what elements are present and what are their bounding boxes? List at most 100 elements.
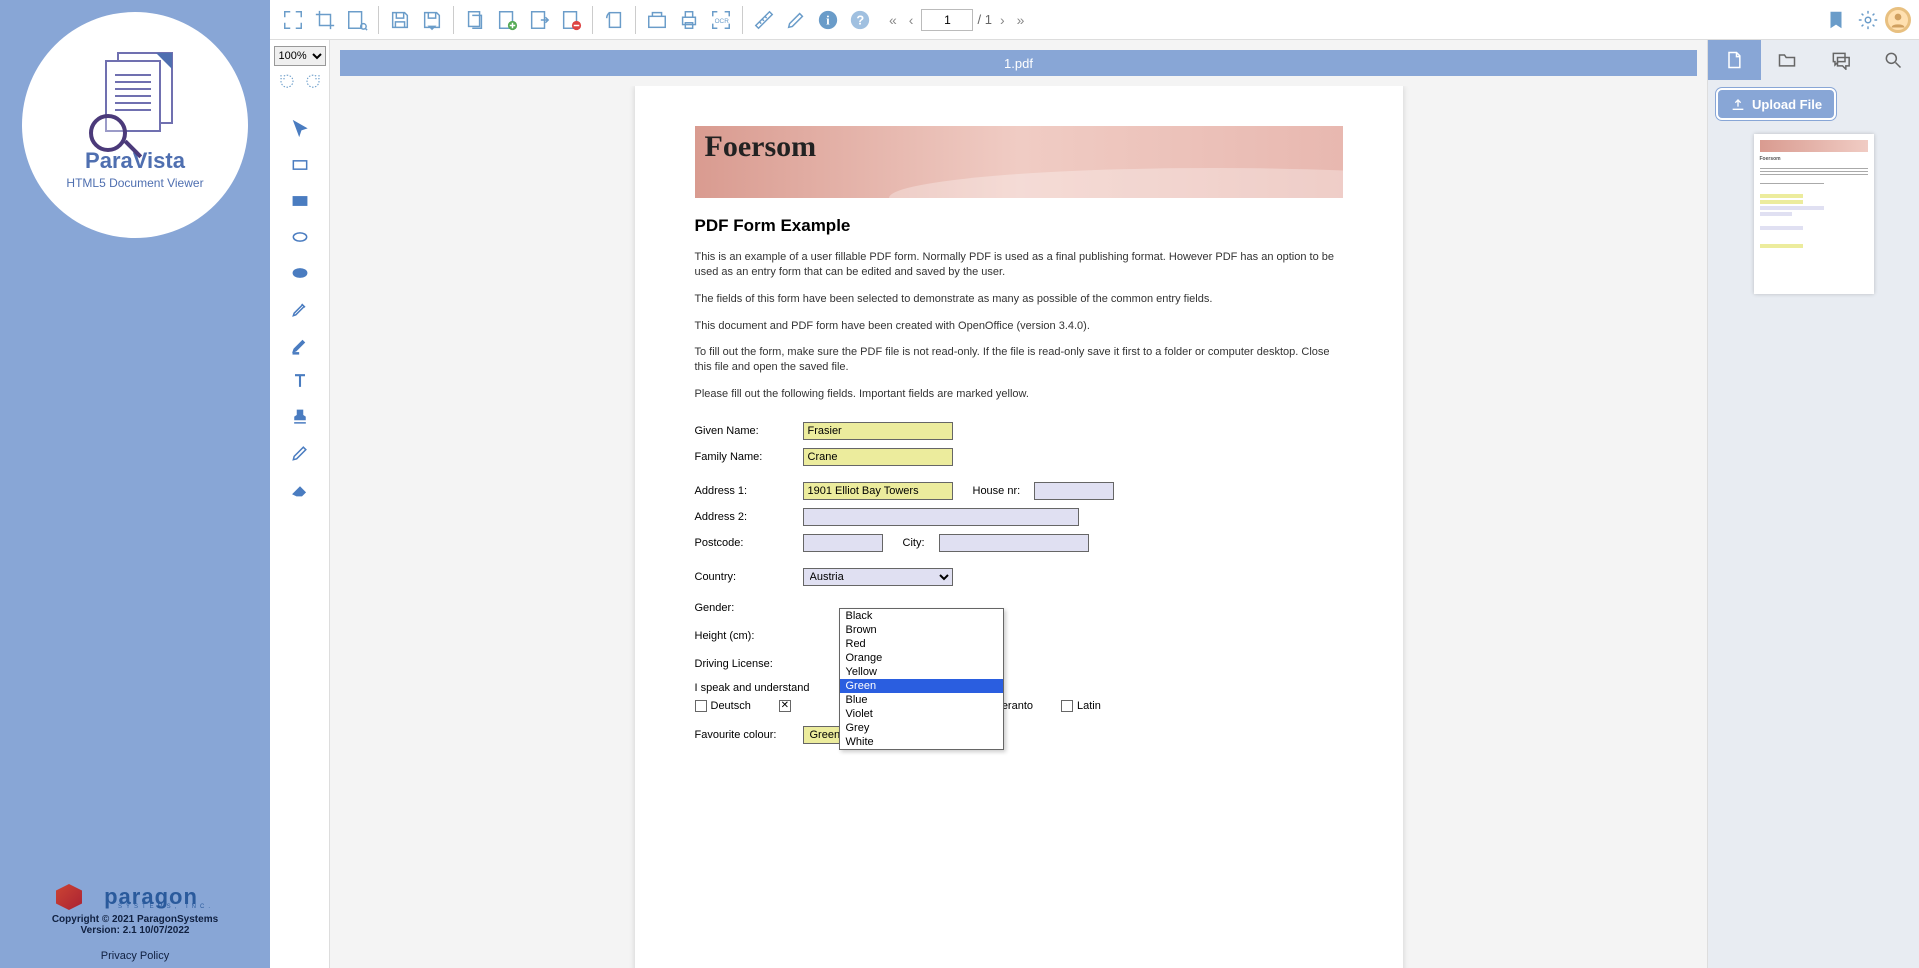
colour-dropdown-list[interactable]: BlackBrownRedOrangeYellowGreenBlueViolet… bbox=[839, 608, 1004, 750]
right-panel: Upload File Foersom bbox=[1707, 40, 1919, 968]
field-family-name[interactable] bbox=[803, 448, 953, 466]
print-icon[interactable] bbox=[674, 5, 704, 35]
label-house-nr: House nr: bbox=[973, 485, 1021, 497]
eraser-tool-icon[interactable] bbox=[280, 472, 320, 506]
filled-rectangle-tool-icon[interactable] bbox=[280, 184, 320, 218]
info-icon[interactable]: i bbox=[813, 5, 843, 35]
export-page-icon[interactable] bbox=[524, 5, 554, 35]
field-address1[interactable] bbox=[803, 482, 953, 500]
sidebar-footer: paragon SYSTEMS, INC. Copyright © 2021 P… bbox=[0, 884, 270, 962]
save-as-icon[interactable] bbox=[417, 5, 447, 35]
ocr-icon[interactable]: OCR bbox=[706, 5, 736, 35]
field-country[interactable]: Austria bbox=[803, 568, 953, 586]
label-given-name: Given Name: bbox=[695, 425, 795, 437]
colour-option[interactable]: White bbox=[840, 735, 1003, 749]
next-page-button[interactable]: › bbox=[996, 12, 1009, 28]
label-height: Height (cm): bbox=[695, 630, 795, 642]
checkbox-deutsch[interactable] bbox=[695, 700, 707, 712]
ruler-icon[interactable] bbox=[749, 5, 779, 35]
upload-icon bbox=[1730, 96, 1746, 112]
upload-file-button[interactable]: Upload File bbox=[1716, 88, 1836, 120]
pdf-page: Foersom PDF Form Example This is an exam… bbox=[635, 86, 1403, 968]
label-family-name: Family Name: bbox=[695, 451, 795, 463]
right-panel-tabs bbox=[1708, 40, 1919, 80]
tab-comments[interactable] bbox=[1814, 40, 1867, 80]
crop-icon[interactable] bbox=[310, 5, 340, 35]
highlighter-tool-icon[interactable] bbox=[280, 292, 320, 326]
label-gender: Gender: bbox=[695, 602, 795, 614]
delete-page-icon[interactable] bbox=[556, 5, 586, 35]
save-icon[interactable] bbox=[385, 5, 415, 35]
pdf-para-5: Please fill out the following fields. Im… bbox=[695, 387, 1343, 402]
fit-page-icon[interactable] bbox=[278, 5, 308, 35]
upload-label: Upload File bbox=[1752, 97, 1822, 112]
colour-option[interactable]: Brown bbox=[840, 623, 1003, 637]
field-address2[interactable] bbox=[803, 508, 1079, 526]
bookmark-icon[interactable] bbox=[1821, 5, 1851, 35]
copy-page-icon[interactable] bbox=[460, 5, 490, 35]
tab-search[interactable] bbox=[1866, 40, 1919, 80]
colour-option[interactable]: Green bbox=[840, 679, 1003, 693]
edit-tool-icon[interactable] bbox=[781, 5, 811, 35]
label-speak: I speak and understand bbox=[695, 682, 1343, 694]
document-scroll[interactable]: Foersom PDF Form Example This is an exam… bbox=[330, 86, 1707, 968]
right-panel-body: Upload File Foersom bbox=[1708, 80, 1919, 968]
colour-option[interactable]: Black bbox=[840, 609, 1003, 623]
last-page-button[interactable]: » bbox=[1013, 12, 1029, 28]
field-postcode[interactable] bbox=[803, 534, 883, 552]
colour-option[interactable]: Violet bbox=[840, 707, 1003, 721]
text-tool-icon[interactable] bbox=[280, 364, 320, 398]
prev-page-button[interactable]: ‹ bbox=[905, 12, 918, 28]
checkbox-latin[interactable] bbox=[1061, 700, 1073, 712]
rectangle-tool-icon[interactable] bbox=[280, 148, 320, 182]
tab-folders[interactable] bbox=[1761, 40, 1814, 80]
colour-option[interactable]: Grey bbox=[840, 721, 1003, 735]
lang-de: Deutsch bbox=[711, 700, 751, 712]
document-title-bar: 1.pdf bbox=[340, 50, 1697, 76]
viewer-area: 1.pdf Foersom PDF Form Example This is a… bbox=[330, 40, 1707, 968]
label-driving: Driving License: bbox=[695, 658, 795, 670]
pen-tool-icon[interactable] bbox=[280, 436, 320, 470]
add-page-icon[interactable] bbox=[492, 5, 522, 35]
version-text: Version: 2.1 10/07/2022 bbox=[0, 925, 270, 936]
page-total: / 1 bbox=[977, 12, 991, 27]
help-icon[interactable]: ? bbox=[845, 5, 875, 35]
scan-icon[interactable] bbox=[642, 5, 672, 35]
copyright-text: Copyright © 2021 ParagonSystems bbox=[0, 914, 270, 925]
rotate-left-icon[interactable] bbox=[278, 72, 296, 90]
pdf-para-1: This is an example of a user fillable PD… bbox=[695, 250, 1343, 280]
field-given-name[interactable] bbox=[803, 422, 953, 440]
label-country: Country: bbox=[695, 571, 795, 583]
page-thumbnail[interactable]: Foersom bbox=[1754, 134, 1874, 294]
first-page-button[interactable]: « bbox=[885, 12, 901, 28]
pointer-tool-icon[interactable] bbox=[280, 112, 320, 146]
company-logo: paragon SYSTEMS, INC. bbox=[0, 884, 270, 910]
colour-option[interactable]: Orange bbox=[840, 651, 1003, 665]
colour-option[interactable]: Red bbox=[840, 637, 1003, 651]
privacy-link[interactable]: Privacy Policy bbox=[0, 950, 270, 962]
user-avatar-icon[interactable] bbox=[1885, 7, 1911, 33]
pdf-para-4: To fill out the form, make sure the PDF … bbox=[695, 345, 1343, 375]
colour-option[interactable]: Blue bbox=[840, 693, 1003, 707]
search-page-icon[interactable] bbox=[342, 5, 372, 35]
checkbox-english[interactable]: ✕ bbox=[779, 700, 791, 712]
brand-subtitle: HTML5 Document Viewer bbox=[66, 176, 203, 190]
page-input[interactable] bbox=[921, 9, 973, 31]
field-house-nr[interactable] bbox=[1034, 482, 1114, 500]
tab-files[interactable] bbox=[1708, 40, 1761, 80]
stamp-tool-icon[interactable] bbox=[280, 400, 320, 434]
marker-tool-icon[interactable] bbox=[280, 328, 320, 362]
ellipse-tool-icon[interactable] bbox=[280, 220, 320, 254]
filled-ellipse-tool-icon[interactable] bbox=[280, 256, 320, 290]
page-navigator: « ‹ / 1 › » bbox=[885, 9, 1028, 31]
zoom-select[interactable]: 100% bbox=[274, 46, 326, 66]
pdf-para-2: The fields of this form have been select… bbox=[695, 292, 1343, 307]
pdf-brand: Foersom bbox=[695, 126, 1343, 168]
rotate-page-icon[interactable] bbox=[599, 5, 629, 35]
toolbar-main: OCR i ? « ‹ / 1 › » bbox=[270, 0, 1919, 40]
colour-option[interactable]: Yellow bbox=[840, 665, 1003, 679]
field-city[interactable] bbox=[939, 534, 1089, 552]
settings-icon[interactable] bbox=[1853, 5, 1883, 35]
rotate-right-icon[interactable] bbox=[304, 72, 322, 90]
pdf-para-3: This document and PDF form have been cre… bbox=[695, 319, 1343, 334]
